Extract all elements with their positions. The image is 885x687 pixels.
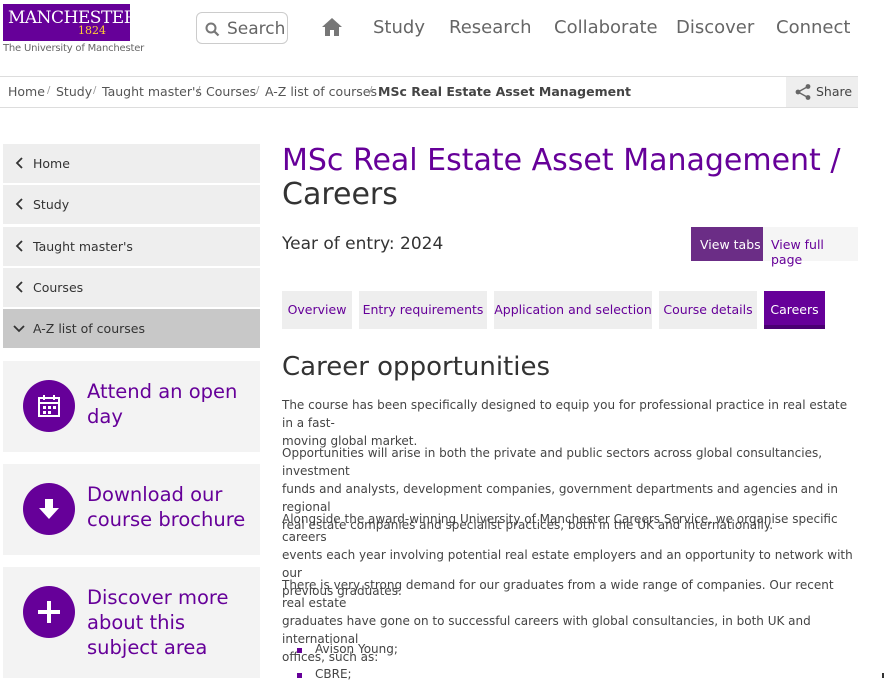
breadcrumb-study[interactable]: Study: [56, 84, 92, 99]
card-line: subject area: [87, 636, 208, 659]
tab-course-details[interactable]: Course details: [659, 291, 757, 329]
tab-careers[interactable]: Careers: [764, 291, 825, 329]
home-icon[interactable]: [321, 17, 343, 37]
logo-year: 1824: [78, 24, 106, 37]
search-label: Search: [227, 19, 286, 39]
card-line: Discover more: [87, 586, 229, 609]
sidebar-item-label: Home: [33, 156, 70, 171]
text-line: Opportunities will arise in both the pri…: [282, 446, 823, 478]
card-line: about this: [87, 611, 186, 634]
nav-collaborate[interactable]: Collaborate: [554, 17, 658, 38]
breadcrumb-separator: /: [256, 85, 260, 96]
sidebar-item-home[interactable]: Home: [3, 144, 260, 183]
chevron-left-icon: [15, 157, 23, 169]
chevron-down-icon: [13, 325, 25, 333]
chevron-left-icon: [15, 240, 23, 252]
sidebar-item-label: A-Z list of courses: [33, 321, 145, 336]
card-line: course brochure: [87, 508, 246, 531]
text-line: There is very strong demand for our grad…: [282, 578, 834, 610]
subject-area-card[interactable]: Discover more about this subject area: [3, 567, 260, 678]
bullet-icon: [297, 648, 302, 653]
open-day-card[interactable]: Attend an open day: [3, 361, 260, 452]
year-of-entry: Year of entry: 2024: [282, 234, 444, 254]
breadcrumb-separator: /: [369, 85, 373, 96]
chevron-left-icon: [15, 281, 23, 293]
university-logo[interactable]: MANCHESTER 1824: [3, 4, 137, 41]
tab-entry-requirements[interactable]: Entry requirements: [359, 291, 487, 329]
open-day-link[interactable]: Attend an open day: [87, 379, 237, 429]
tab-label: Careers: [770, 302, 819, 317]
view-full-page-button[interactable]: View full page: [763, 227, 858, 267]
view-tabs-button[interactable]: View tabs: [691, 227, 763, 261]
tab-label: Entry requirements: [362, 302, 484, 317]
scrollbar[interactable]: [882, 673, 884, 678]
sidebar-item-label: Taught master's: [33, 239, 133, 254]
breadcrumb-az-list[interactable]: A-Z list of courses: [265, 84, 377, 99]
download-arrow-icon: [23, 483, 75, 535]
search-icon: [205, 22, 220, 37]
search-button[interactable]: Search: [196, 12, 288, 44]
plus-icon: [23, 586, 75, 638]
sidebar-item-courses[interactable]: Courses: [3, 268, 260, 307]
card-line: Attend an open: [87, 380, 238, 403]
sidebar-item-label: Study: [33, 197, 70, 212]
sidebar-item-taught-masters[interactable]: Taught master's: [3, 227, 260, 266]
calendar-icon: [23, 380, 75, 432]
share-button[interactable]: Share: [786, 77, 858, 107]
breadcrumb-home[interactable]: Home: [8, 84, 45, 99]
share-icon: [795, 84, 811, 100]
breadcrumb-separator: /: [197, 85, 201, 96]
text-line: The course has been specifically designe…: [282, 398, 848, 430]
breadcrumb-courses[interactable]: Courses: [206, 84, 256, 99]
breadcrumb-current: MSc Real Estate Asset Management: [378, 84, 631, 99]
tab-application-selection[interactable]: Application and selection: [494, 291, 652, 329]
breadcrumb-separator: /: [93, 85, 97, 96]
card-line: Download our: [87, 483, 223, 506]
sidebar-item-az-list[interactable]: A-Z list of courses: [3, 309, 260, 348]
view-full-page-label: View full page: [771, 237, 824, 267]
section-heading: Career opportunities: [282, 352, 550, 382]
brochure-card[interactable]: Download our course brochure: [3, 464, 260, 555]
list-item: Avison Young;: [315, 642, 398, 656]
logo-name: MANCHESTER: [8, 8, 137, 28]
sidebar-item-label: Courses: [33, 280, 84, 295]
tab-label: Course details: [663, 302, 753, 317]
page-title: MSc Real Estate Asset Management / Caree…: [282, 144, 842, 212]
tab-overview[interactable]: Overview: [282, 291, 352, 329]
page-title-sub: Careers: [282, 177, 398, 212]
breadcrumb-separator: /: [47, 85, 51, 96]
bullet-icon: [297, 673, 302, 678]
text-line: Alongside the award-winning University o…: [282, 512, 838, 544]
page-title-main: MSc Real Estate Asset Management /: [282, 143, 841, 178]
logo-subtitle: The University of Manchester: [3, 43, 145, 54]
card-line: day: [87, 405, 123, 428]
subject-area-link[interactable]: Discover more about this subject area: [87, 585, 229, 660]
sidebar-item-study[interactable]: Study: [3, 185, 260, 224]
nav-study[interactable]: Study: [373, 17, 425, 38]
nav-research[interactable]: Research: [449, 17, 532, 38]
breadcrumb-taught-masters[interactable]: Taught master's: [102, 84, 202, 99]
paragraph: The course has been specifically designe…: [282, 396, 860, 450]
nav-discover[interactable]: Discover: [676, 17, 754, 38]
tab-label: Application and selection: [494, 302, 652, 317]
chevron-left-icon: [15, 198, 23, 210]
brochure-link[interactable]: Download our course brochure: [87, 482, 245, 532]
share-label: Share: [816, 84, 853, 99]
tab-label: Overview: [287, 302, 347, 317]
nav-connect[interactable]: Connect: [776, 17, 850, 38]
view-tabs-label: View tabs: [700, 237, 761, 252]
list-item: CBRE;: [315, 667, 352, 681]
